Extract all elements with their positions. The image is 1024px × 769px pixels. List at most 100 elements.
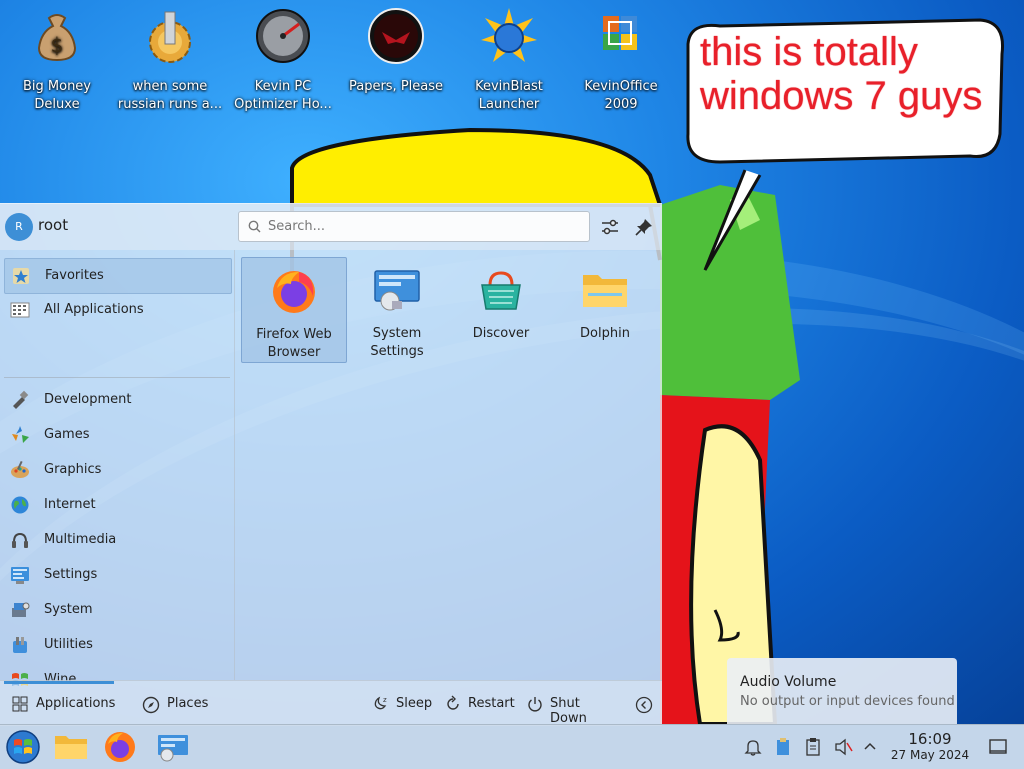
desktop-icon-label: Deluxe (34, 97, 80, 112)
discover-icon (481, 271, 521, 310)
category-label: Favorites (45, 268, 104, 283)
favorite-system-settings[interactable]: System Settings (345, 257, 449, 361)
desktop-icon-label: Optimizer Ho... (234, 97, 332, 112)
audio-volume-popup[interactable]: Audio Volume No output or input devices … (727, 658, 957, 724)
button-label: Restart (468, 696, 515, 711)
notifications-icon[interactable] (744, 738, 762, 756)
category-multimedia[interactable]: Multimedia (4, 523, 230, 557)
clipboard-icon[interactable] (804, 737, 822, 757)
tab-places[interactable]: Places (134, 681, 224, 726)
desktop-icon-kevin-pc-optimizer[interactable]: Kevin PC Optimizer Ho... (228, 8, 338, 114)
category-label: Multimedia (44, 532, 117, 547)
search-input[interactable]: Search... (238, 211, 590, 242)
speedometer-icon (256, 9, 310, 63)
popup-message: No output or input devices found (740, 694, 955, 709)
button-label: Shut Down (550, 696, 587, 726)
volume-muted-icon[interactable] (833, 737, 853, 757)
popup-title: Audio Volume (740, 674, 837, 690)
desktop-icon-label: 2009 (604, 97, 638, 112)
utilities-icon (13, 637, 27, 653)
start-menu-icon[interactable] (3, 729, 43, 765)
favorite-discover[interactable]: Discover (449, 257, 553, 361)
eagle-seal-icon (368, 8, 424, 64)
folder-icon (583, 275, 627, 307)
category-label: Development (44, 392, 132, 407)
category-label: All Applications (44, 302, 144, 317)
desktop-icon-label: KevinBlast (475, 79, 543, 94)
file-manager-icon[interactable] (51, 729, 91, 765)
tab-label: Places (167, 696, 209, 711)
avatar[interactable]: R (5, 213, 33, 241)
category-label: Internet (44, 497, 96, 512)
desktop-icon-big-money-deluxe[interactable]: $ Big Money Deluxe (2, 8, 112, 114)
application-launcher: R root Search... Favorites All Applicati… (0, 203, 662, 726)
category-label: Games (44, 427, 90, 442)
more-options-icon[interactable] (635, 696, 653, 714)
power-icon (528, 697, 542, 712)
desktop-icon-label: Papers, Please (348, 79, 444, 94)
restart-button[interactable]: Restart (444, 695, 516, 713)
graphics-icon (11, 460, 29, 478)
shutdown-button[interactable]: Shut Down (526, 695, 618, 726)
favorite-firefox[interactable]: Firefox Web Browser (241, 257, 347, 363)
compass-icon (142, 696, 160, 714)
svg-text:$: $ (51, 33, 64, 57)
search-icon (248, 220, 261, 233)
category-all-applications[interactable]: All Applications (4, 293, 230, 327)
desktop-icon-label: Launcher (478, 97, 540, 112)
settings-icon (11, 567, 29, 584)
category-development[interactable]: Development (4, 383, 230, 417)
desktop-icon-papers-please[interactable]: Papers, Please (341, 8, 451, 96)
development-icon (13, 390, 29, 409)
favorite-dolphin[interactable]: Dolphin (553, 257, 657, 361)
pin-icon[interactable] (633, 216, 655, 238)
taskbar: 16:09 27 May 2024 (0, 724, 1024, 769)
category-system[interactable]: System (4, 593, 230, 627)
button-label: Sleep (396, 696, 433, 711)
games-icon (12, 426, 29, 443)
office-icon (603, 16, 637, 50)
sleep-button[interactable]: z Sleep (372, 695, 434, 713)
category-label: Settings (44, 567, 98, 582)
show-desktop-icon[interactable] (988, 738, 1008, 756)
category-label: System (44, 602, 93, 617)
desktop-icon-russian[interactable]: when some russian runs a... (115, 8, 225, 114)
app-label: Browser (267, 345, 321, 360)
configure-icon[interactable] (599, 216, 621, 238)
category-graphics[interactable]: Graphics (4, 453, 230, 487)
username: root (38, 216, 69, 234)
app-label: Firefox Web (256, 327, 332, 342)
search-placeholder: Search... (268, 219, 326, 234)
category-favorites[interactable]: Favorites (4, 258, 232, 294)
internet-icon (11, 496, 29, 514)
clock-date: 27 May 2024 (890, 748, 970, 762)
globe-burst-icon (481, 8, 537, 62)
gear-icon (149, 11, 191, 63)
desktop-icon-label: Kevin PC (254, 79, 312, 94)
chevron-up-icon[interactable] (862, 739, 878, 755)
launcher-header: R root Search... (0, 204, 662, 250)
app-label: System (372, 326, 422, 341)
clipboard-tray-icon[interactable] (774, 737, 792, 757)
tab-applications[interactable]: Applications (0, 681, 124, 726)
money-bag-icon: $ (37, 14, 77, 62)
applications-grid-icon (12, 696, 28, 712)
category-games[interactable]: Games (4, 418, 230, 452)
firefox-icon (273, 271, 315, 313)
clock[interactable]: 16:09 27 May 2024 (888, 731, 972, 763)
category-internet[interactable]: Internet (4, 488, 230, 522)
system-settings-taskbar-icon[interactable] (153, 729, 193, 765)
firefox-taskbar-icon[interactable] (100, 729, 140, 765)
category-label: Utilities (44, 637, 93, 652)
category-settings[interactable]: Settings (4, 558, 230, 592)
bubble-text: this is totally windows 7 guys (700, 30, 1000, 118)
svg-text:z: z (383, 696, 387, 704)
desktop-icon-label: russian runs a... (117, 97, 223, 112)
category-label: Graphics (44, 462, 102, 477)
divider (4, 377, 230, 378)
category-utilities[interactable]: Utilities (4, 628, 230, 662)
desktop-icon-kevinoffice[interactable]: KevinOffice 2009 (566, 8, 676, 114)
app-label: Discover (472, 326, 530, 341)
system-settings-icon (374, 270, 420, 311)
desktop-icon-kevinblast-launcher[interactable]: KevinBlast Launcher (454, 8, 564, 114)
